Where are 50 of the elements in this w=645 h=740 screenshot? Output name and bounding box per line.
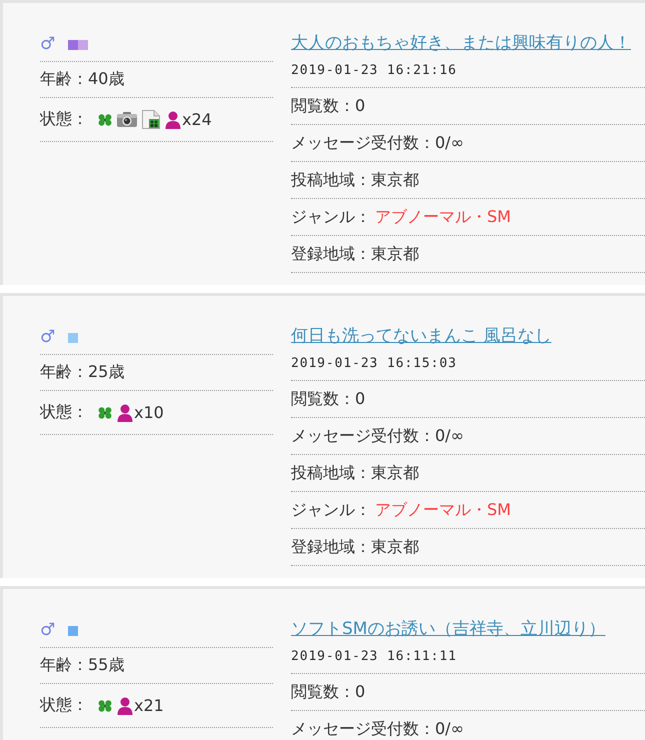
member-count: x21 [134,696,164,715]
detail-value: 東京都 [371,170,419,189]
detail-label: 投稿地域： [291,463,371,482]
detail-label: 登録地域： [291,244,371,263]
age-text: 年齢：25歳 [40,362,124,383]
post-title-link[interactable]: ソフトSMのお誘い（吉祥寺、立川辺り） [291,614,606,644]
camera-icon [117,112,137,127]
post-datetime: 2019-01-23 16:15:03 [291,356,457,371]
detail-value: 0 [355,389,366,408]
detail-label: メッセージ受付数： [291,719,435,738]
detail-label: 登録地域： [291,537,371,556]
clover-icon [98,114,112,126]
post-datetime: 2019-01-23 16:11:11 [291,649,457,664]
detail-label: 閲覧数： [291,389,355,408]
detail-label: 閲覧数： [291,682,355,701]
person-icon [117,696,133,714]
person-icon [165,110,181,128]
post-datetime: 2019-01-23 16:21:16 [291,63,457,78]
detail-value: 0/∞ [435,426,464,445]
detail-value: 0/∞ [435,133,464,152]
detail-value: 東京都 [371,463,419,482]
detail-label: 閲覧数： [291,96,355,115]
genre-value: アブノーマル・SM [375,207,511,226]
post-title-link[interactable]: 何日も洗ってないまんこ 風呂なし [291,321,552,351]
status-label: 状態： [40,109,88,130]
age-text: 年齢：40歳 [40,69,124,90]
detail-value: 0/∞ [435,719,464,738]
member-count: x10 [134,403,164,422]
status-label: 状態： [40,695,88,716]
detail-label: 投稿地域： [291,170,371,189]
detail-value: 0 [355,682,366,701]
genre-value: アブノーマル・SM [375,500,511,519]
detail-label: メッセージ受付数： [291,133,435,152]
age-text: 年齢：55歳 [40,655,124,676]
gender-symbol: ♂ [40,36,56,53]
post-title-link[interactable]: 大人のおもちゃ好き、または興味有りの人！ [291,28,631,58]
detail-value: 0 [355,96,366,115]
detail-label: ジャンル： [291,207,371,226]
gender-symbol: ♂ [40,622,56,639]
person-icon [117,404,133,422]
detail-label: ジャンル： [291,500,371,519]
member-count: x24 [182,110,212,129]
document-picture-icon [142,110,160,129]
detail-value: 東京都 [371,537,419,556]
detail-value: 東京都 [371,244,419,263]
status-label: 状態： [40,402,88,423]
gender-symbol: ♂ [40,329,56,346]
clover-icon [98,700,112,712]
clover-icon [98,406,112,418]
detail-label: メッセージ受付数： [291,426,435,445]
